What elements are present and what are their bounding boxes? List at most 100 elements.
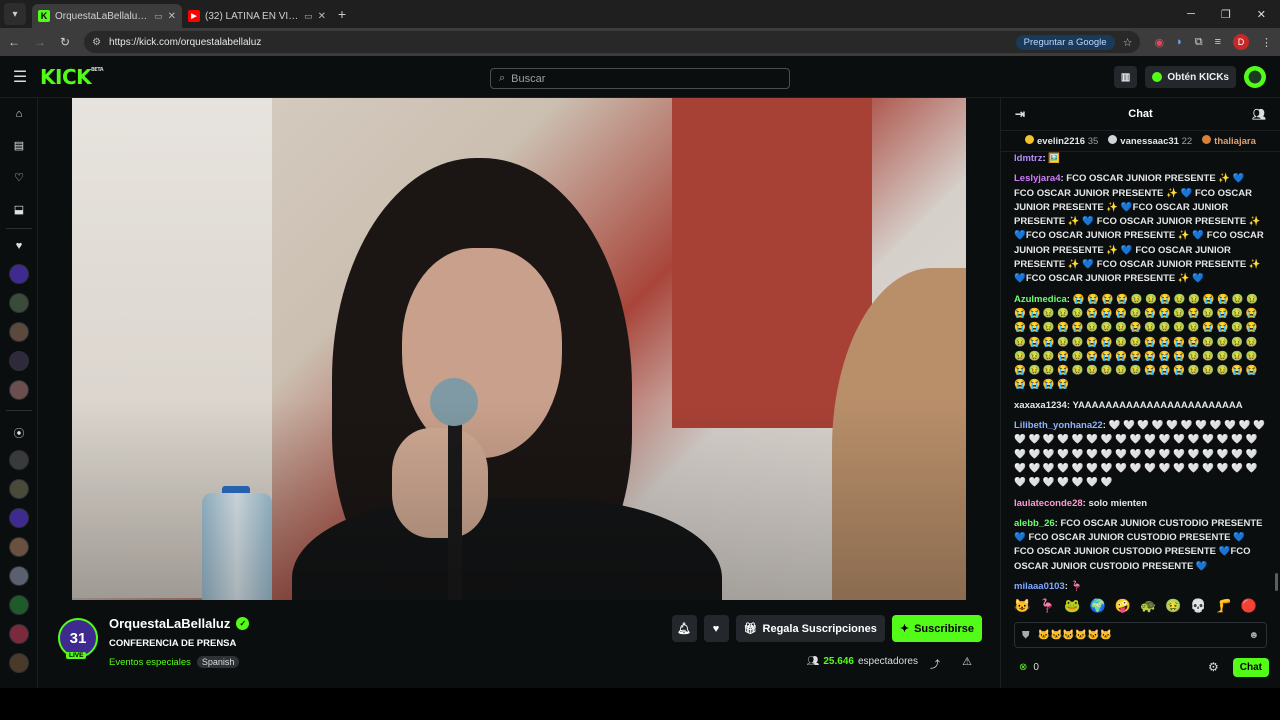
chat-username[interactable]: xaxaxa1234 xyxy=(1014,400,1067,411)
followed-channel-avatar[interactable] xyxy=(9,351,29,371)
ask-google-button[interactable]: Preguntar a Google xyxy=(1015,34,1115,50)
chat-input-value: 🐱🐱🐱🐱🐱🐱 xyxy=(1037,629,1113,641)
bookmark-star-icon[interactable]: ☆ xyxy=(1123,36,1133,49)
browser-tab-bar: ▾ K OrquestaLaBellaluz Stream ▭ ✕ ▶ (32)… xyxy=(0,0,1280,28)
recommended-channel-avatar[interactable] xyxy=(9,508,29,528)
sparkle-icon: ✦ xyxy=(899,623,910,635)
extensions-puzzle-icon[interactable]: ⧉ xyxy=(1195,36,1203,49)
chat-scrollbar[interactable] xyxy=(1275,573,1278,591)
reading-list-icon[interactable]: ≡ xyxy=(1215,36,1221,48)
forward-icon[interactable]: → xyxy=(34,35,46,49)
chat-username[interactable]: laulateconde28 xyxy=(1014,498,1083,509)
close-tab-icon[interactable]: ✕ xyxy=(168,11,176,22)
chat-username[interactable]: ldmtrz xyxy=(1014,153,1043,164)
chat-username[interactable]: Lilibeth_yonhana22 xyxy=(1014,420,1103,431)
recommended-channel-avatar[interactable] xyxy=(9,566,29,586)
layout-toggle-button[interactable]: ▥ xyxy=(1113,66,1138,88)
read-aloud-icon[interactable]: ◗ xyxy=(1176,36,1183,48)
subscribe-button[interactable]: ✦ Suscribirse xyxy=(891,615,982,642)
quick-emote[interactable]: 🐸 xyxy=(1064,598,1080,614)
close-tab-icon[interactable]: ✕ xyxy=(318,11,326,22)
user-avatar[interactable] xyxy=(1244,66,1266,88)
recommended-channel-avatar[interactable] xyxy=(9,624,29,644)
emoji-picker-icon[interactable]: ☻ xyxy=(1248,630,1259,641)
report-icon[interactable]: ⚠ xyxy=(962,655,972,668)
gold-medal-icon xyxy=(1025,135,1034,144)
url-field[interactable]: ⚙ https://kick.com/orquestalabellaluz Pr… xyxy=(84,31,1141,53)
extension-icon[interactable]: ◉ xyxy=(1154,36,1164,49)
minimize-icon[interactable]: ─ xyxy=(1187,8,1195,21)
collapse-chat-icon[interactable]: ⇥ xyxy=(1015,107,1025,121)
reload-icon[interactable]: ↻ xyxy=(60,35,70,49)
leaderboard-entry[interactable]: thaliajara xyxy=(1202,135,1256,147)
followed-channel-avatar[interactable] xyxy=(9,322,29,342)
browser-tab-kick[interactable]: K OrquestaLaBellaluz Stream ▭ ✕ xyxy=(32,4,182,28)
chat-username[interactable]: Azulmedica xyxy=(1014,294,1067,305)
home-icon[interactable]: ⌂ xyxy=(11,106,27,122)
video-player[interactable] xyxy=(72,98,966,600)
share-icon[interactable]: ⤴ xyxy=(930,656,940,671)
recommended-channel-avatar[interactable] xyxy=(9,537,29,557)
tab-search-button[interactable]: ▾ xyxy=(4,3,26,25)
chat-username[interactable]: alebb_26 xyxy=(1014,518,1055,529)
follow-heart-button[interactable]: ♥ xyxy=(703,615,729,642)
quick-emote[interactable]: 🦩 xyxy=(1039,598,1055,614)
back-icon[interactable]: ← xyxy=(8,35,20,49)
chat-header: ⇥ Chat 👥︎ xyxy=(1001,98,1280,130)
get-kicks-button[interactable]: Obtén KICKs xyxy=(1145,66,1236,88)
channel-name[interactable]: OrquestaLaBellaluz ✓ xyxy=(109,616,250,631)
quick-emote[interactable]: 💀 xyxy=(1190,598,1206,614)
kick-logo[interactable]: KICK BETA xyxy=(40,64,104,89)
gift-subscriptions-button[interactable]: 🎁︎ Regala Suscripciones xyxy=(735,615,885,642)
live-badge: LIVE xyxy=(66,652,87,659)
leader-name: evelin2216 xyxy=(1037,136,1086,147)
maximize-icon[interactable]: ❐ xyxy=(1221,8,1231,21)
search-input[interactable]: ⌕ Buscar xyxy=(490,68,790,89)
chat-badge-icon[interactable]: ⛊ xyxy=(1022,630,1030,641)
notification-bell-button[interactable]: 🔔︎ xyxy=(671,615,697,642)
browser-menu-icon[interactable]: ⋮ xyxy=(1261,36,1272,49)
quick-emote[interactable]: 🤪 xyxy=(1115,598,1131,614)
header-actions: ▥ Obtén KICKs xyxy=(1113,66,1266,88)
browse-icon[interactable]: ▤ xyxy=(11,138,27,154)
quick-emote-bar: 😺 🦩 🐸 🌍 🤪 🐢 🤢 💀 🦵 🔴 xyxy=(1014,598,1257,614)
followed-channel-avatar[interactable] xyxy=(9,380,29,400)
send-chat-button[interactable]: Chat xyxy=(1232,657,1269,677)
chat-settings-icon[interactable]: ⚙ xyxy=(1208,660,1219,674)
leaderboard-entry[interactable]: evelin2216 35 xyxy=(1025,135,1098,147)
recommended-channel-avatar[interactable] xyxy=(9,450,29,470)
quick-emote[interactable]: 😺 xyxy=(1014,598,1030,614)
menu-icon[interactable]: ☰ xyxy=(0,67,40,87)
new-tab-button[interactable]: + xyxy=(332,6,352,22)
quick-emote[interactable]: 🌍 xyxy=(1090,598,1106,614)
recommended-channel-avatar[interactable] xyxy=(9,595,29,615)
quick-emote[interactable]: 🤢 xyxy=(1165,598,1181,614)
close-window-icon[interactable]: ✕ xyxy=(1257,8,1266,21)
followed-channel-avatar[interactable] xyxy=(9,293,29,313)
chat-title: Chat xyxy=(1128,108,1153,120)
stream-title: CONFERENCIA DE PRENSA xyxy=(109,638,237,649)
chat-text: solo mienten xyxy=(1088,497,1148,509)
logo-text: KICK xyxy=(40,64,92,89)
extensions-area: ◉ ◗ ⧉ ≡ D ⋮ xyxy=(1154,34,1272,50)
profile-avatar[interactable]: D xyxy=(1233,34,1249,50)
clips-icon[interactable]: ⬓ xyxy=(11,202,27,218)
quick-emote[interactable]: 🐢 xyxy=(1140,598,1156,614)
chat-users-icon[interactable]: 👥︎ xyxy=(1252,108,1266,121)
category-link[interactable]: Eventos especiales xyxy=(109,657,191,668)
chat-username[interactable]: milaaa0103 xyxy=(1014,581,1065,592)
site-info-icon[interactable]: ⚙ xyxy=(92,37,101,48)
quick-emote[interactable]: 🦵 xyxy=(1216,598,1232,614)
following-heart-icon[interactable]: ♡ xyxy=(11,170,27,186)
recommended-channel-avatar[interactable] xyxy=(9,479,29,499)
followed-channel-avatar[interactable] xyxy=(9,264,29,284)
chat-input[interactable]: ⛊ 🐱🐱🐱🐱🐱🐱 ☻ xyxy=(1014,622,1267,648)
language-tag[interactable]: Spanish xyxy=(196,656,240,668)
leaderboard-entry[interactable]: vanessaac31 22 xyxy=(1108,135,1192,147)
chat-username[interactable]: Leslyjara4 xyxy=(1014,173,1060,184)
verified-icon: ✓ xyxy=(236,617,250,630)
quick-emote[interactable]: 🔴 xyxy=(1241,598,1257,614)
recommended-channel-avatar[interactable] xyxy=(9,653,29,673)
browser-tab-youtube[interactable]: ▶ (32) LATINA EN VIVO: NOTI ▭ ✕ xyxy=(182,4,332,28)
bronze-medal-icon xyxy=(1202,135,1212,144)
